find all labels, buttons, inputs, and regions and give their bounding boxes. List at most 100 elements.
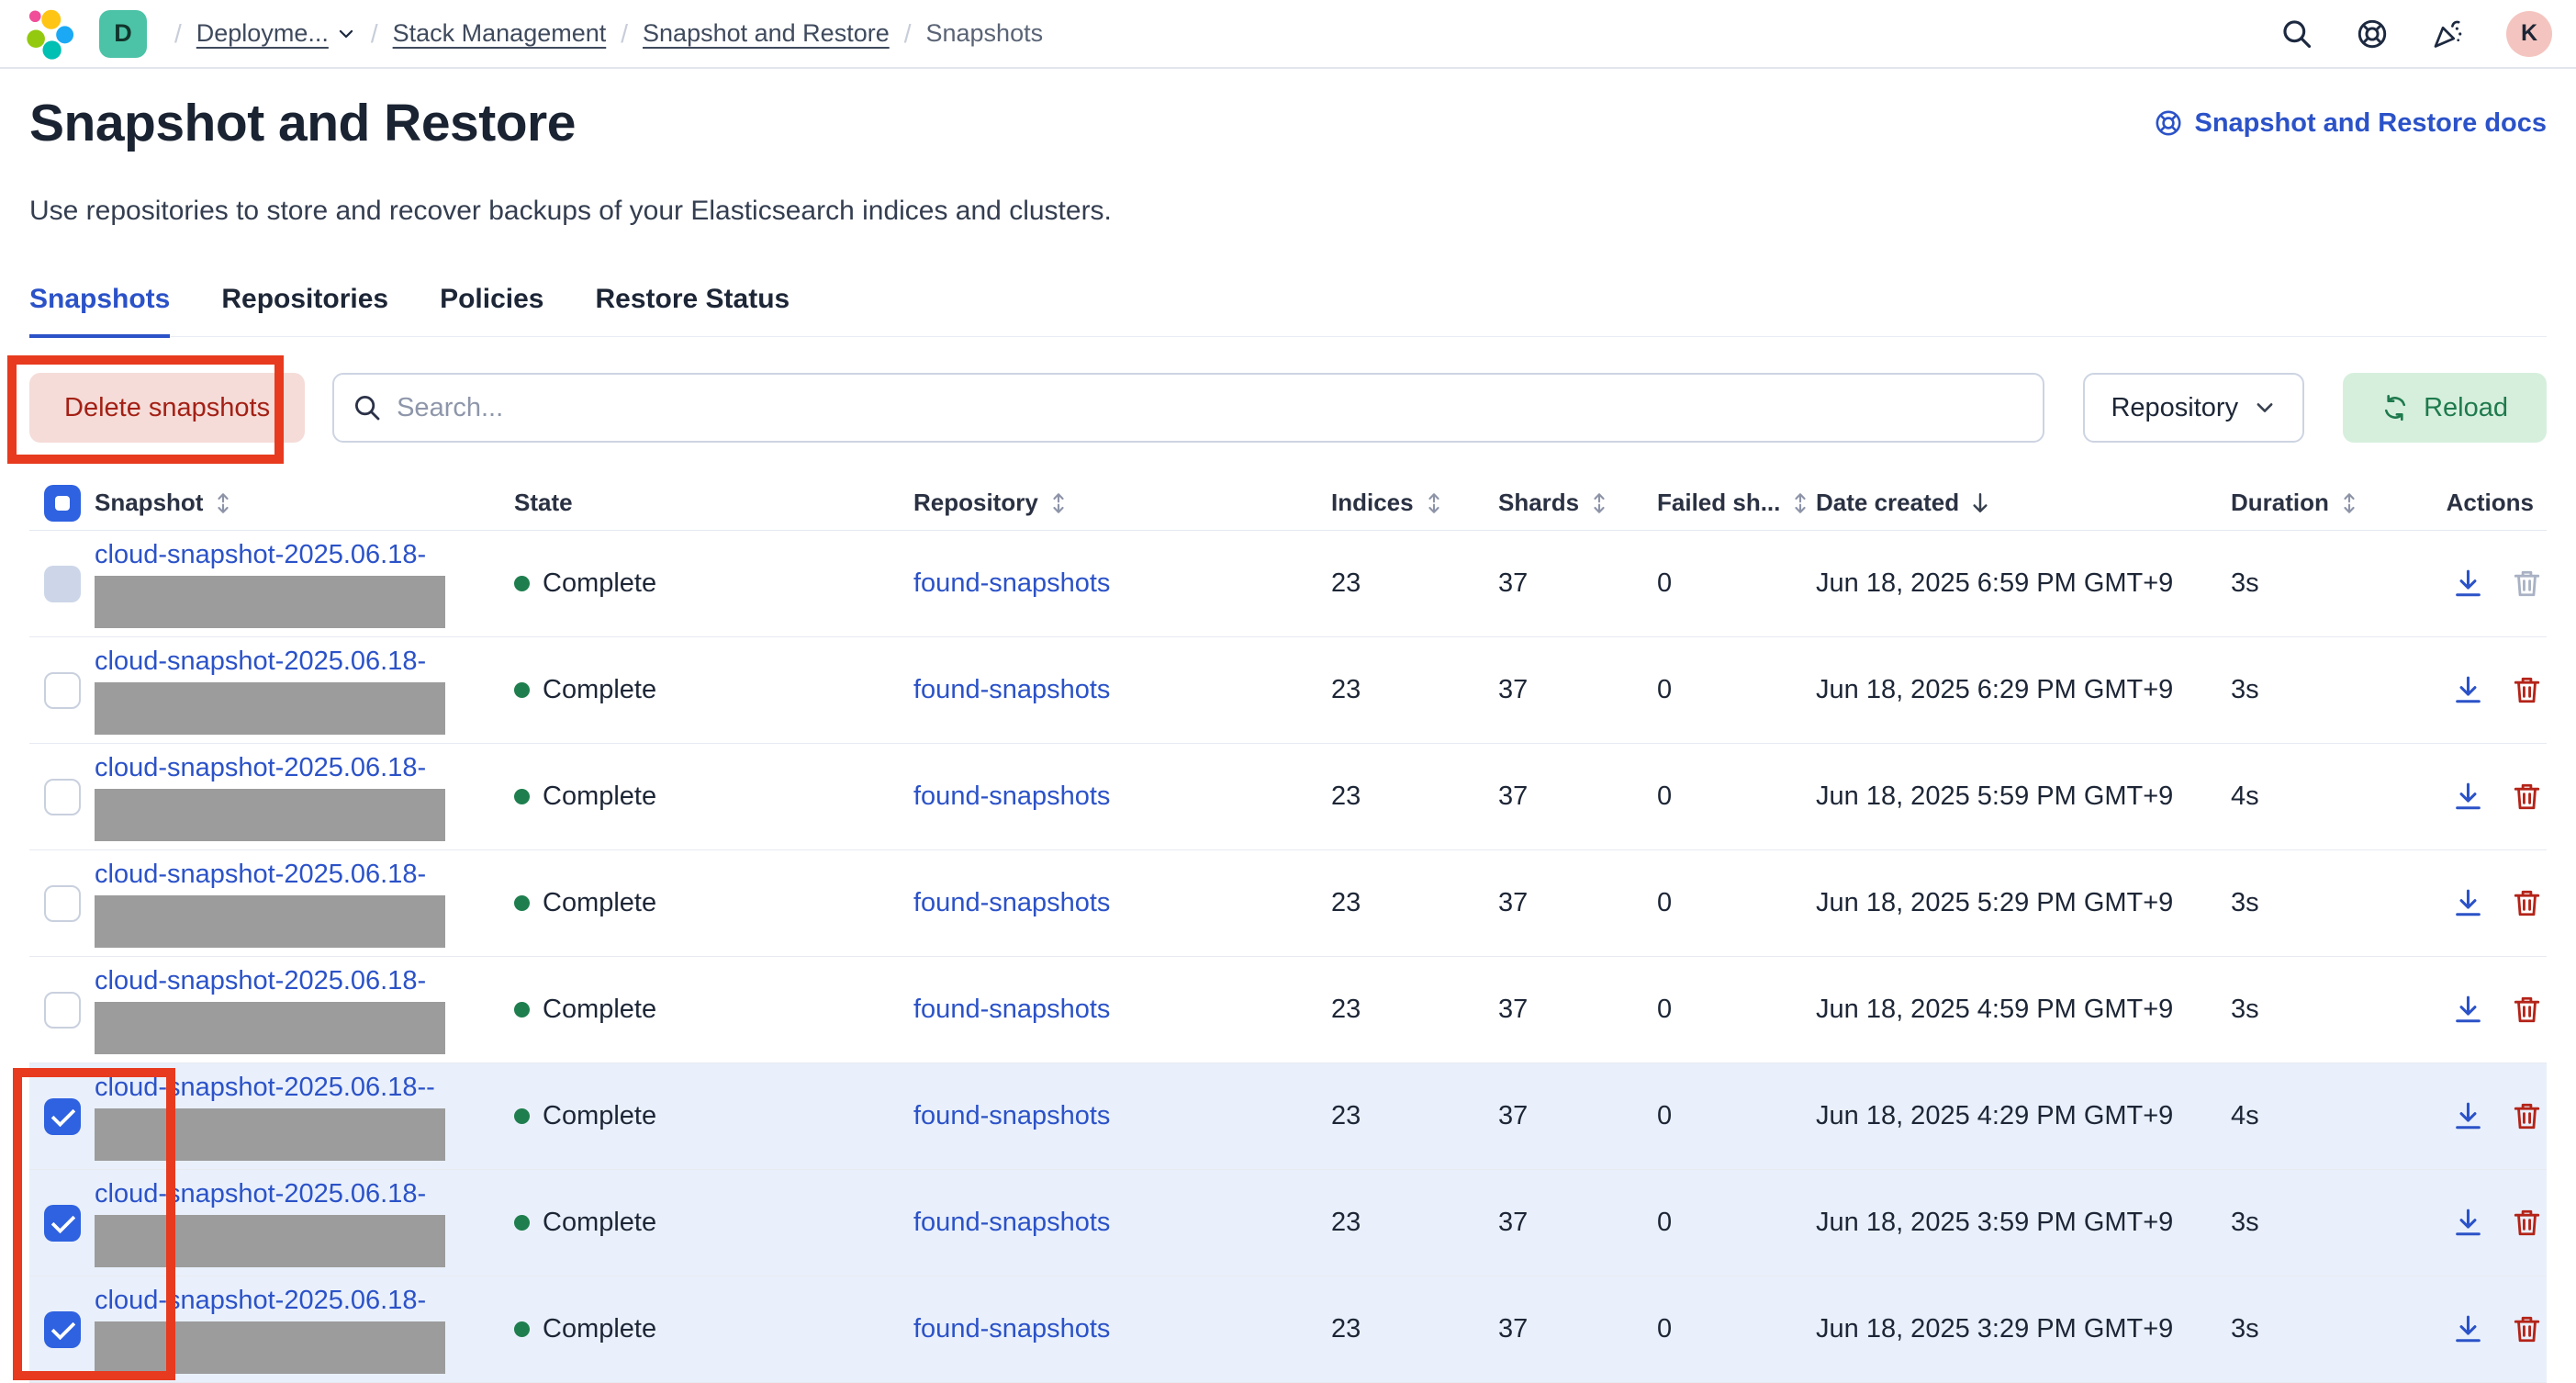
state-label: Complete — [543, 1208, 656, 1238]
failed-shards-value: 0 — [1657, 1314, 1816, 1344]
duration-value: 4s — [2231, 781, 2424, 812]
delete-trash-icon[interactable] — [2511, 674, 2543, 706]
state-dot — [514, 1108, 530, 1124]
table-header-row: Snapshot State Repository Indices Shards… — [29, 476, 2547, 531]
row-checkbox[interactable] — [44, 672, 81, 709]
delete-trash-icon[interactable] — [2511, 887, 2543, 919]
page-description: Use repositories to store and recover ba… — [29, 196, 2547, 227]
row-checkbox[interactable] — [44, 566, 81, 602]
duration-value: 3s — [2231, 568, 2424, 599]
column-header-failed-shards[interactable]: Failed sh... — [1657, 489, 1816, 517]
repository-link[interactable]: found-snapshots — [913, 1208, 1110, 1237]
column-header-indices[interactable]: Indices — [1331, 489, 1498, 517]
chevron-down-icon — [2253, 396, 2277, 420]
snapshot-link[interactable]: cloud-snapshot-2025.06.18-- — [95, 1073, 435, 1103]
breadcrumb-deployment[interactable]: Deployme... — [196, 19, 356, 48]
user-avatar[interactable]: K — [2506, 11, 2552, 57]
tab-repositories[interactable]: Repositories — [221, 284, 388, 338]
sort-icon — [1422, 491, 1446, 515]
news-icon[interactable] — [2431, 17, 2464, 51]
page-title: Snapshot and Restore — [29, 93, 576, 153]
restore-download-icon[interactable] — [2452, 674, 2484, 706]
deployment-badge[interactable]: D — [99, 10, 147, 58]
top-navigation-bar: D / Deployme... / Stack Management / Sna… — [0, 0, 2576, 69]
repository-link[interactable]: found-snapshots — [913, 888, 1110, 917]
snapshot-link[interactable]: cloud-snapshot-2025.06.18- — [95, 540, 426, 570]
indices-value: 23 — [1331, 568, 1498, 599]
redacted-snapshot-name — [95, 1321, 445, 1374]
docs-link[interactable]: Snapshot and Restore docs — [2154, 108, 2547, 139]
elastic-logo[interactable] — [24, 8, 75, 60]
table-row: cloud-snapshot-2025.06.18- Complete foun… — [29, 850, 2547, 957]
delete-trash-icon[interactable] — [2511, 1207, 2543, 1239]
repository-filter-label: Repository — [2111, 393, 2238, 423]
select-all-checkbox[interactable] — [44, 485, 81, 522]
restore-download-icon[interactable] — [2452, 1313, 2484, 1345]
help-icon[interactable] — [2356, 17, 2389, 51]
snapshot-link[interactable]: cloud-snapshot-2025.06.18- — [95, 753, 426, 783]
date-created-value: Jun 18, 2025 6:59 PM GMT+9 — [1816, 568, 2231, 599]
row-checkbox[interactable] — [44, 1098, 81, 1135]
breadcrumb-snapshot-and-restore[interactable]: Snapshot and Restore — [643, 19, 890, 48]
snapshot-link[interactable]: cloud-snapshot-2025.06.18- — [95, 860, 426, 890]
column-header-date-created[interactable]: Date created — [1816, 489, 2231, 517]
delete-trash-icon[interactable] — [2511, 994, 2543, 1026]
restore-download-icon[interactable] — [2452, 887, 2484, 919]
delete-trash-icon[interactable] — [2511, 1100, 2543, 1132]
search-input[interactable] — [397, 393, 2024, 423]
snapshots-table: Snapshot State Repository Indices Shards… — [29, 476, 2547, 1383]
repository-link[interactable]: found-snapshots — [913, 781, 1110, 811]
state-label: Complete — [543, 1314, 656, 1344]
repository-link[interactable]: found-snapshots — [913, 675, 1110, 704]
delete-trash-icon[interactable] — [2511, 1313, 2543, 1345]
shards-value: 37 — [1498, 675, 1657, 705]
search-field[interactable] — [332, 373, 2044, 443]
row-checkbox[interactable] — [44, 1311, 81, 1348]
column-header-shards[interactable]: Shards — [1498, 489, 1657, 517]
state-label: Complete — [543, 568, 656, 599]
repository-filter-button[interactable]: Repository — [2083, 373, 2304, 443]
restore-download-icon[interactable] — [2452, 1100, 2484, 1132]
duration-value: 4s — [2231, 1101, 2424, 1131]
restore-download-icon[interactable] — [2452, 1207, 2484, 1239]
breadcrumb-stack-management[interactable]: Stack Management — [393, 19, 607, 48]
repository-link[interactable]: found-snapshots — [913, 1101, 1110, 1130]
failed-shards-value: 0 — [1657, 1101, 1816, 1131]
date-created-value: Jun 18, 2025 3:59 PM GMT+9 — [1816, 1208, 2231, 1238]
snapshot-link[interactable]: cloud-snapshot-2025.06.18- — [95, 1286, 426, 1316]
repository-link[interactable]: found-snapshots — [913, 568, 1110, 598]
reload-button[interactable]: Reload — [2343, 373, 2547, 443]
failed-shards-value: 0 — [1657, 1208, 1816, 1238]
snapshot-link[interactable]: cloud-snapshot-2025.06.18- — [95, 647, 426, 677]
row-checkbox[interactable] — [44, 1205, 81, 1242]
breadcrumb-separator: / — [621, 19, 628, 49]
breadcrumb-separator: / — [174, 19, 182, 49]
column-header-snapshot[interactable]: Snapshot — [81, 489, 514, 517]
search-icon[interactable] — [2280, 17, 2313, 51]
column-header-duration[interactable]: Duration — [2231, 489, 2424, 517]
state-dot — [514, 895, 530, 911]
delete-snapshots-button[interactable]: Delete snapshots — [29, 373, 305, 443]
restore-download-icon[interactable] — [2452, 994, 2484, 1026]
restore-download-icon[interactable] — [2452, 781, 2484, 813]
sort-icon — [1788, 491, 1812, 515]
date-created-value: Jun 18, 2025 5:29 PM GMT+9 — [1816, 888, 2231, 918]
snapshot-link[interactable]: cloud-snapshot-2025.06.18- — [95, 1179, 426, 1209]
indices-value: 23 — [1331, 1314, 1498, 1344]
refresh-icon — [2381, 394, 2409, 422]
repository-link[interactable]: found-snapshots — [913, 995, 1110, 1024]
repository-link[interactable]: found-snapshots — [913, 1314, 1110, 1344]
column-header-repository[interactable]: Repository — [913, 489, 1331, 517]
row-checkbox[interactable] — [44, 779, 81, 815]
restore-download-icon[interactable] — [2452, 568, 2484, 600]
row-checkbox[interactable] — [44, 885, 81, 922]
row-checkbox[interactable] — [44, 992, 81, 1029]
delete-trash-icon[interactable] — [2511, 781, 2543, 813]
tab-restore-status[interactable]: Restore Status — [595, 284, 790, 338]
tab-policies[interactable]: Policies — [440, 284, 543, 338]
indices-value: 23 — [1331, 675, 1498, 705]
column-header-state: State — [514, 489, 913, 517]
tab-snapshots[interactable]: Snapshots — [29, 284, 170, 338]
duration-value: 3s — [2231, 1314, 2424, 1344]
snapshot-link[interactable]: cloud-snapshot-2025.06.18- — [95, 966, 426, 996]
